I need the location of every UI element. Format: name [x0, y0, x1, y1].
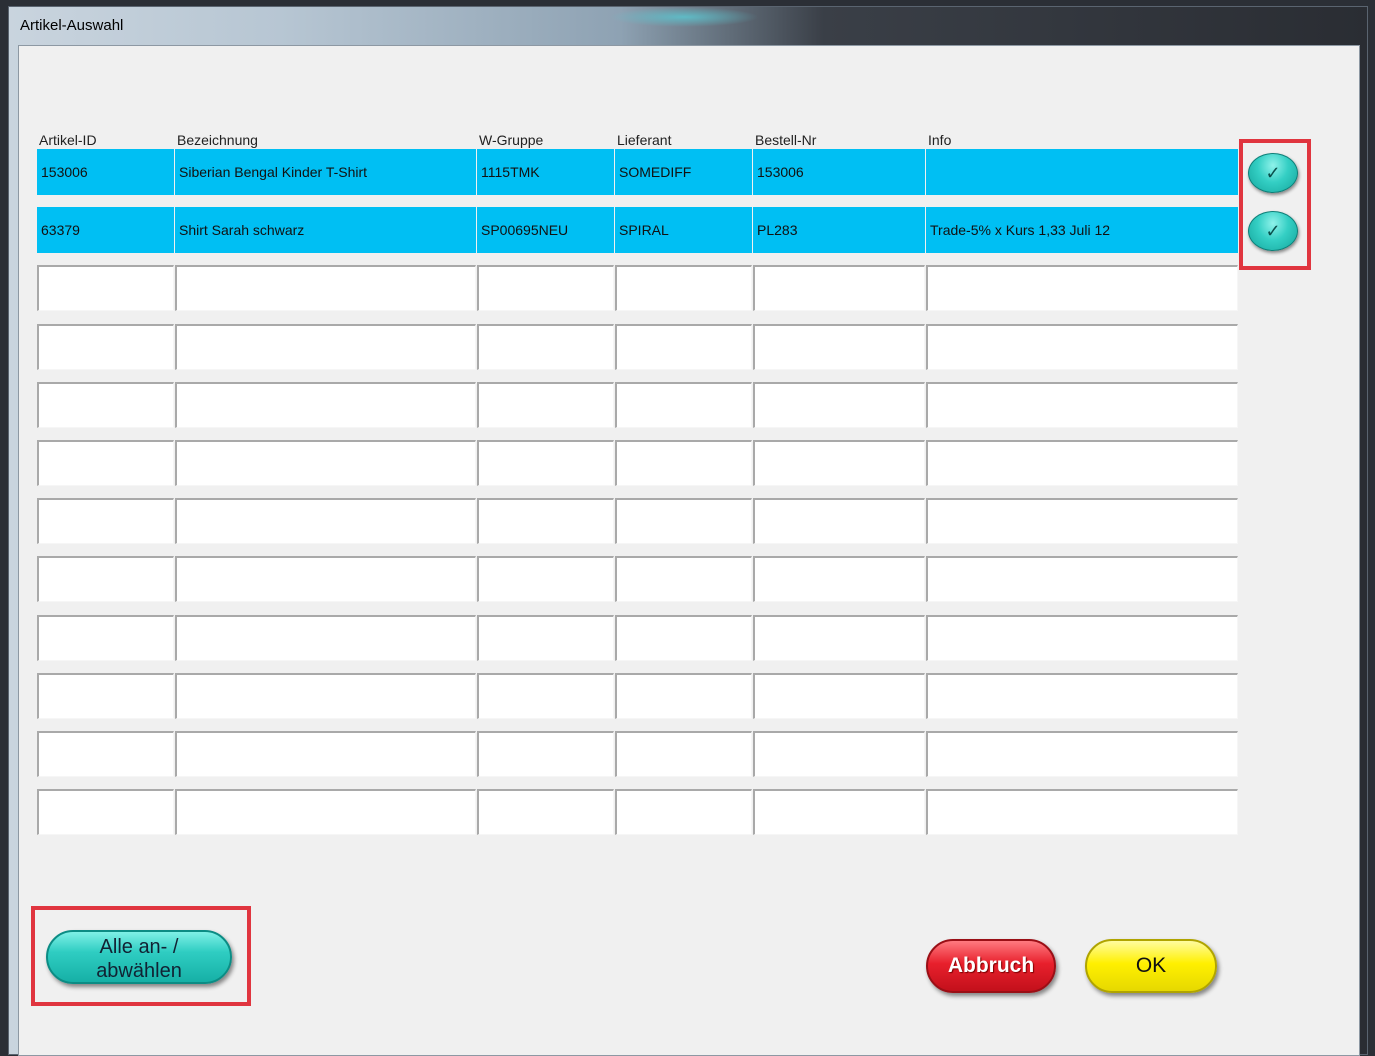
row-check-button[interactable]: ✓	[1248, 211, 1298, 251]
table-cell[interactable]: 153006	[37, 149, 174, 195]
table-cell[interactable]	[615, 731, 752, 777]
table-cell[interactable]	[37, 440, 174, 486]
table-cell[interactable]	[37, 789, 174, 835]
table-cell[interactable]	[37, 265, 174, 311]
check-icon: ✓	[1265, 221, 1281, 241]
table-cell[interactable]	[175, 615, 476, 661]
table-cell[interactable]	[615, 382, 752, 428]
table-cell[interactable]	[615, 789, 752, 835]
table-cell[interactable]	[477, 789, 614, 835]
table-cell[interactable]	[926, 324, 1238, 370]
table-cell[interactable]: 63379	[37, 207, 174, 253]
title-bar-glow	[609, 7, 759, 27]
table-cell[interactable]	[926, 731, 1238, 777]
table-cell[interactable]	[37, 673, 174, 719]
table-cell[interactable]	[615, 673, 752, 719]
table-cell[interactable]	[477, 498, 614, 544]
table-cell[interactable]	[615, 615, 752, 661]
table-cell[interactable]	[615, 440, 752, 486]
table-cell[interactable]	[615, 556, 752, 602]
table-cell[interactable]	[37, 324, 174, 370]
table-cell[interactable]	[477, 382, 614, 428]
table-cell[interactable]	[175, 498, 476, 544]
table-cell[interactable]	[753, 324, 925, 370]
table-cell[interactable]	[175, 556, 476, 602]
table-cell[interactable]	[37, 731, 174, 777]
table-cell[interactable]	[753, 615, 925, 661]
table-cell[interactable]	[926, 440, 1238, 486]
table-cell[interactable]	[926, 149, 1238, 195]
table-cell[interactable]	[175, 382, 476, 428]
table-cell[interactable]	[477, 556, 614, 602]
table-cell[interactable]	[37, 382, 174, 428]
column-header[interactable]: W-Gruppe	[479, 132, 543, 148]
table-cell[interactable]	[615, 498, 752, 544]
column-header[interactable]: Bezeichnung	[177, 132, 258, 148]
table-cell[interactable]	[175, 789, 476, 835]
table-cell[interactable]	[477, 265, 614, 311]
table-cell[interactable]	[753, 731, 925, 777]
table-cell[interactable]	[926, 556, 1238, 602]
table-cell[interactable]	[175, 673, 476, 719]
table-cell[interactable]	[37, 556, 174, 602]
table-cell[interactable]	[477, 324, 614, 370]
table-cell[interactable]	[926, 498, 1238, 544]
table-cell[interactable]	[753, 498, 925, 544]
table-cell[interactable]: SP00695NEU	[477, 207, 614, 253]
table-cell[interactable]	[615, 324, 752, 370]
table-cell[interactable]	[175, 265, 476, 311]
table-cell[interactable]: 1115TMK	[477, 149, 614, 195]
table-cell[interactable]	[753, 440, 925, 486]
table-cell[interactable]: SPIRAL	[615, 207, 752, 253]
ok-button[interactable]: OK	[1085, 939, 1217, 993]
table-cell[interactable]	[926, 265, 1238, 311]
table-cell[interactable]	[753, 382, 925, 428]
dialog-window: Artikel-Auswahl Artikel-ID Bezeichnung W-G…	[8, 6, 1368, 1056]
table-cell[interactable]	[926, 382, 1238, 428]
table-cell[interactable]	[175, 440, 476, 486]
table-cell[interactable]	[477, 673, 614, 719]
column-header[interactable]: Lieferant	[617, 132, 671, 148]
table-cell[interactable]	[477, 615, 614, 661]
table-cell[interactable]	[37, 615, 174, 661]
table-cell[interactable]: PL283	[753, 207, 925, 253]
column-header[interactable]: Info	[928, 132, 951, 148]
select-all-label-line1: Alle an- /	[99, 936, 179, 958]
table-cell[interactable]	[926, 615, 1238, 661]
table-cell[interactable]: 153006	[753, 149, 925, 195]
table-cell[interactable]	[926, 789, 1238, 835]
table-cell[interactable]	[477, 731, 614, 777]
cancel-button[interactable]: Abbruch	[926, 939, 1056, 993]
table-cell[interactable]: Trade-5% x Kurs 1,33 Juli 12	[926, 207, 1238, 253]
table-cell[interactable]	[37, 498, 174, 544]
title-bar[interactable]: Artikel-Auswahl	[9, 7, 1367, 45]
table-cell[interactable]	[175, 731, 476, 777]
table-cell[interactable]: Siberian Bengal Kinder T-Shirt	[175, 149, 476, 195]
check-icon: ✓	[1265, 163, 1281, 183]
select-all-label-line2: abwählen	[96, 960, 182, 982]
table-cell[interactable]	[753, 265, 925, 311]
column-header[interactable]: Bestell-Nr	[755, 132, 816, 148]
table-cell[interactable]	[175, 324, 476, 370]
column-header[interactable]: Artikel-ID	[39, 132, 97, 148]
table-cell[interactable]	[615, 265, 752, 311]
table-cell[interactable]	[753, 673, 925, 719]
table-cell[interactable]	[477, 440, 614, 486]
table-cell[interactable]: SOMEDIFF	[615, 149, 752, 195]
dialog-content: Artikel-ID Bezeichnung W-Gruppe Lieferant Be…	[18, 45, 1360, 1056]
table-cell[interactable]	[753, 789, 925, 835]
row-check-button[interactable]: ✓	[1248, 153, 1298, 193]
table-cell[interactable]	[926, 673, 1238, 719]
table-cell[interactable]: Shirt Sarah schwarz	[175, 207, 476, 253]
table-cell[interactable]	[753, 556, 925, 602]
window-title: Artikel-Auswahl	[20, 17, 124, 34]
select-all-button[interactable]: Alle an- / abwählen	[46, 930, 232, 984]
